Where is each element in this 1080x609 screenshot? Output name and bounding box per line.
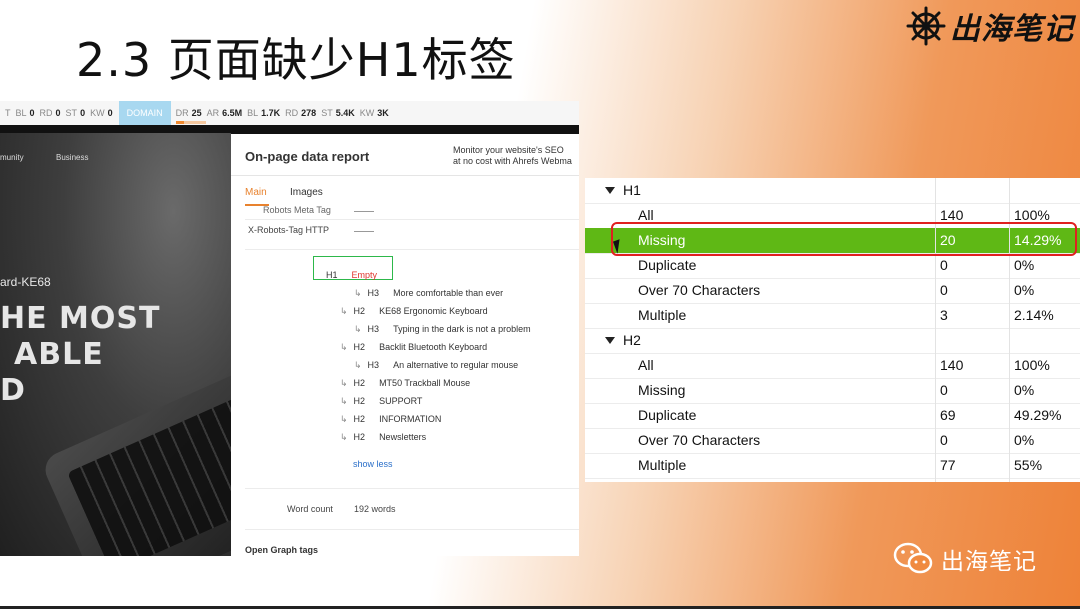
hero-headline-line: HE MOST: [0, 301, 161, 336]
nav-link-business[interactable]: Business: [56, 153, 88, 162]
brand-logo-group: 出海笔记: [906, 4, 1074, 48]
slide-title: 2.3 页面缺少H1标签: [76, 33, 516, 87]
ship-wheel-icon: [906, 6, 946, 46]
brand-name: 出海笔记: [950, 12, 1074, 47]
seo-metric: ST 5.4K: [321, 108, 355, 118]
wechat-icon: [893, 542, 933, 574]
table-row[interactable]: All 140 100%: [585, 353, 1080, 378]
keyboard-image: [39, 363, 231, 556]
seo-metric: KW 3K: [359, 108, 389, 118]
seo-metric: RD 278: [285, 108, 317, 118]
dr-progress-bar: [175, 121, 206, 124]
product-name: ard-KE68: [0, 275, 51, 289]
seo-metric: BL 1.7K: [247, 108, 281, 118]
heading-row: ↳ H2 Newsletters: [340, 432, 427, 442]
heading-row: ↳ H2 Backlit Bluetooth Keyboard: [340, 342, 488, 352]
wechat-account-name: 出海笔记: [941, 549, 1037, 575]
heading-row: ↳ H3 More comfortable than ever: [354, 288, 504, 298]
x-robots-label: X-Robots-Tag HTTP: [248, 225, 330, 235]
seo-toolbar: T BL 0 RD 0 ST 0 KW 0 DOMAIN DR 25 AR 6.5M BL 1…: [0, 101, 579, 126]
collapse-triangle-icon[interactable]: [605, 337, 615, 344]
report-title: On-page data report: [245, 149, 370, 164]
tab-images[interactable]: Images: [290, 187, 323, 198]
ahrefs-screenshot: T BL 0 RD 0 ST 0 KW 0 DOMAIN DR 25 AR 6.5M BL 1…: [0, 101, 579, 556]
seo-metric: T: [5, 108, 11, 118]
seo-metric: RD 0: [39, 108, 61, 118]
tab-main[interactable]: Main: [245, 187, 267, 198]
seo-metric: KW 0: [90, 108, 113, 118]
h1-row: H1 Empty: [326, 270, 378, 280]
issues-table: H1 All 140 100% Missing 20 14.29% Duplicate 0…: [585, 178, 1080, 482]
table-row[interactable]: Multiple 3 2.14%: [585, 303, 1080, 328]
group-row-h2[interactable]: H2: [585, 328, 1080, 353]
open-graph-heading: Open Graph tags: [245, 545, 319, 555]
website-hero: munity Business ard-KE68 HE MOST ABLE D: [0, 125, 231, 556]
monitor-promo[interactable]: Monitor your website's SEO at no cost wi…: [453, 145, 572, 167]
seo-metric: BL 0: [15, 108, 35, 118]
seo-metric-dr: DR 25: [175, 108, 206, 124]
heading-row: ↳ H2 SUPPORT: [340, 396, 423, 406]
seo-metric: ST 0: [65, 108, 86, 118]
heading-row: ↳ H3 An alternative to regular mouse: [354, 360, 519, 370]
heading-row: ↳ H2 INFORMATION: [340, 414, 442, 424]
show-less-link[interactable]: show less: [353, 459, 393, 469]
missing-callout-box: [611, 222, 1077, 256]
word-count-value: 192 words: [354, 504, 396, 514]
collapse-triangle-icon[interactable]: [605, 187, 615, 194]
group-row-h1[interactable]: H1: [585, 178, 1080, 203]
hero-headline-line: D: [0, 373, 26, 408]
seo-metric: AR 6.5M: [206, 108, 243, 118]
word-count-label: Word count: [287, 504, 333, 514]
nav-link-community[interactable]: munity: [0, 153, 24, 162]
hero-headline-line: ABLE: [14, 337, 104, 372]
table-row[interactable]: Over 70 Characters 0 0%: [585, 278, 1080, 303]
table-row[interactable]: Over 70 Characters 0 0%: [585, 428, 1080, 453]
table-row[interactable]: Duplicate 69 49.29%: [585, 403, 1080, 428]
on-page-report-panel: On-page data report Monitor your website…: [231, 125, 579, 556]
heading-row: ↳ H2 KE68 Ergonomic Keyboard: [340, 306, 488, 316]
h1-empty-value: Empty: [351, 270, 378, 280]
robots-meta-label: Robots Meta Tag: [263, 205, 331, 215]
table-row[interactable]: Duplicate 0 0%: [585, 253, 1080, 278]
wechat-footer: 出海笔记: [893, 541, 1037, 577]
heading-row: ↳ H3 Typing in the dark is not a problem: [354, 324, 531, 334]
table-row[interactable]: Missing 0 0%: [585, 378, 1080, 403]
domain-button[interactable]: DOMAIN: [118, 101, 171, 125]
heading-row: ↳ H2 MT50 Trackball Mouse: [340, 378, 471, 388]
table-row[interactable]: Multiple 77 55%: [585, 453, 1080, 478]
